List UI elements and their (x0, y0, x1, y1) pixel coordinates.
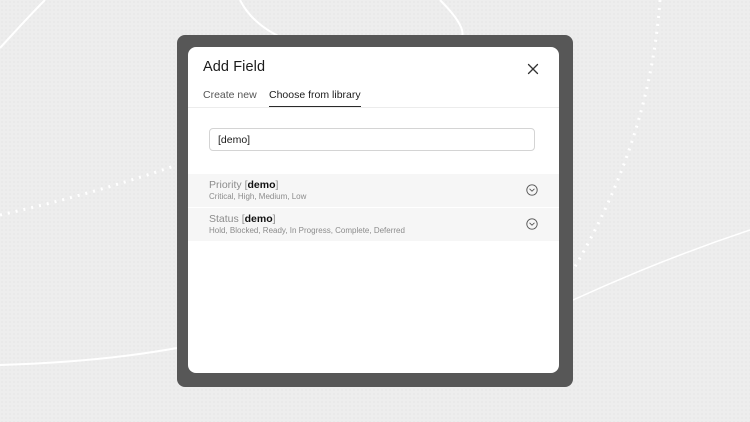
add-field-dialog: Add Field Create new Choose from library… (188, 47, 559, 373)
item-options: Critical, High, Medium, Low (209, 192, 307, 201)
item-tag: demo (244, 213, 273, 225)
item-tag: demo (247, 179, 276, 191)
dialog-title: Add Field (203, 59, 266, 75)
item-name: Priority (209, 179, 242, 191)
close-button[interactable] (525, 61, 541, 77)
chevron-down-circle-icon[interactable] (526, 218, 538, 230)
item-options: Hold, Blocked, Ready, In Progress, Compl… (209, 226, 405, 235)
item-title: Status [demo] (209, 213, 276, 225)
item-title: Priority [demo] (209, 179, 278, 191)
list-item-status[interactable]: Status [demo] Hold, Blocked, Ready, In P… (188, 208, 559, 241)
search-input[interactable] (209, 128, 535, 151)
item-name: Status (209, 213, 239, 225)
close-icon (527, 63, 539, 75)
tab-choose-from-library[interactable]: Choose from library (269, 89, 361, 107)
library-list: Priority [demo] Critical, High, Medium, … (188, 174, 559, 241)
item-bracket-close: ] (272, 213, 276, 225)
list-item-priority[interactable]: Priority [demo] Critical, High, Medium, … (188, 174, 559, 207)
tab-create-new[interactable]: Create new (203, 89, 257, 106)
tab-bar: Create new Choose from library (188, 87, 559, 108)
chevron-down-circle-icon[interactable] (526, 184, 538, 196)
item-bracket-close: ] (275, 179, 279, 191)
